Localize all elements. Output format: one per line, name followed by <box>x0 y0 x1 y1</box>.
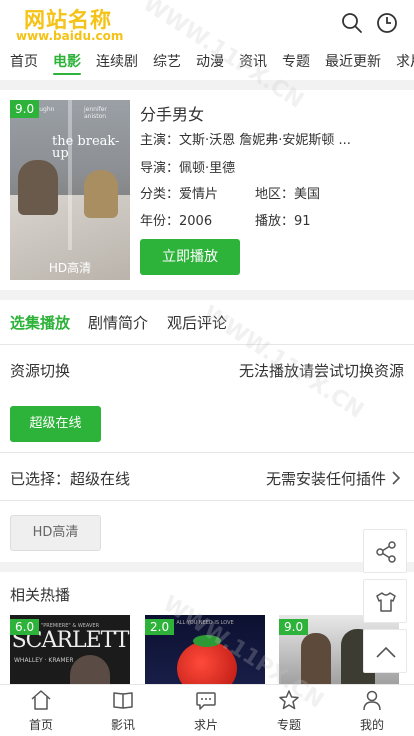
category-value: 爱情片 <box>179 187 219 202</box>
book-icon <box>113 692 133 709</box>
tab-synopsis[interactable]: 剧情简介 <box>88 312 148 333</box>
tab-episodes[interactable]: 选集播放 <box>10 312 70 333</box>
tab-comments[interactable]: 观后评论 <box>167 312 227 333</box>
bottom-tab-label: 专题 <box>276 718 301 732</box>
poster-quality-label: HD高清 <box>48 261 92 275</box>
nav-item-variety[interactable]: 综艺 <box>153 51 181 71</box>
star-icon <box>279 690 299 710</box>
divider <box>0 452 414 453</box>
category-nav: 首页 电影 连续剧 综艺 动漫 资讯 专题 最近更新 求片 <box>0 44 414 76</box>
home-icon <box>31 690 51 710</box>
related-item-strawberry <box>177 641 237 690</box>
related-item-cast: WHALLEY · KRAMER <box>14 657 74 664</box>
site-logo-url: www.baidu.com <box>16 29 124 43</box>
bottom-tab-mine[interactable]: 我的 <box>331 685 413 736</box>
related-item-figure-left <box>301 633 331 690</box>
category-row: 分类：爱情片 <box>140 183 218 202</box>
poster-score-badge: 9.0 <box>10 100 40 118</box>
cast-label: 主演： <box>140 133 180 148</box>
selected-source-label: 已选择：超级在线 <box>10 470 131 488</box>
region-value: 美国 <box>294 187 321 202</box>
year-row: 年份：2006 <box>140 210 212 229</box>
source-button-super-online[interactable]: 超级在线 <box>10 406 101 442</box>
bottom-tab-home[interactable]: 首页 <box>0 685 82 736</box>
related-item-score: 6.0 <box>10 619 40 635</box>
poster-actor-right: jennifer aniston <box>84 106 107 120</box>
nav-active-underline <box>53 73 81 75</box>
plays-label: 播放： <box>255 214 295 229</box>
year-label: 年份： <box>140 214 180 229</box>
chat-bubble-icon <box>196 692 216 710</box>
region-row: 地区：美国 <box>255 183 320 202</box>
nav-item-request[interactable]: 求片 <box>396 51 414 71</box>
bottom-tab-label: 影讯 <box>110 718 135 732</box>
cast-value: 文斯·沃恩 詹妮弗·安妮斯顿 ... <box>179 133 351 148</box>
movie-title: 分手男女 <box>140 105 205 124</box>
director-label: 导演： <box>140 161 180 176</box>
site-logo[interactable]: 网站名称 www.baidu.com <box>16 4 126 43</box>
cast-row: 主演：文斯·沃恩 詹妮弗·安妮斯顿 ... <box>140 129 351 148</box>
related-title: 相关热播 <box>10 586 71 604</box>
tshirt-icon <box>376 592 396 612</box>
back-to-top-button[interactable] <box>363 629 407 673</box>
related-item-score: 2.0 <box>145 619 175 635</box>
related-item[interactable]: ALL YOU NEED IS LOVE 2.0 <box>145 615 265 690</box>
section-gap <box>0 290 414 300</box>
director-row: 导演：佩顿·里德 <box>140 157 235 176</box>
chevron-up-icon <box>376 646 396 658</box>
divider <box>0 344 414 345</box>
section-gap <box>0 80 414 90</box>
year-value: 2006 <box>179 214 213 229</box>
plugin-hint[interactable]: 无需安装任何插件 <box>266 468 386 489</box>
bottom-tab-request[interactable]: 求片 <box>165 685 247 736</box>
skin-button[interactable] <box>363 579 407 623</box>
history-clock-icon[interactable] <box>376 12 398 34</box>
share-icon <box>376 541 396 563</box>
chevron-right-icon[interactable] <box>390 470 402 490</box>
plays-value: 91 <box>294 214 311 229</box>
category-label: 分类： <box>140 187 180 202</box>
nav-item-movie[interactable]: 电影 <box>53 51 81 71</box>
bottom-tab-bar: 首页 影讯 求片 专题 我的 <box>0 684 414 736</box>
movie-poster[interactable]: vaughn jennifer aniston the break-up 9.0… <box>10 100 130 280</box>
source-switch-label: 资源切换 <box>10 362 71 380</box>
share-button[interactable] <box>363 529 407 573</box>
nav-item-anime[interactable]: 动漫 <box>196 51 224 71</box>
director-value: 佩顿·里德 <box>179 161 236 176</box>
related-item-score: 9.0 <box>279 619 309 635</box>
poster-title-art: the break-up <box>52 134 120 161</box>
plays-row: 播放：91 <box>255 210 311 229</box>
poster-figure-left <box>18 160 58 215</box>
header: 网站名称 www.baidu.com <box>0 0 414 44</box>
bottom-tab-label: 首页 <box>28 718 53 732</box>
related-item-leaf <box>193 635 221 647</box>
bottom-tab-label: 求片 <box>193 718 218 732</box>
bottom-tab-label: 我的 <box>359 718 384 732</box>
region-label: 地区： <box>255 187 295 202</box>
nav-item-latest[interactable]: 最近更新 <box>325 51 381 71</box>
nav-item-series[interactable]: 连续剧 <box>96 51 138 71</box>
nav-item-news[interactable]: 资讯 <box>239 51 267 71</box>
nav-item-home[interactable]: 首页 <box>10 51 38 71</box>
poster-figure-right <box>84 170 118 218</box>
bottom-tab-news[interactable]: 影讯 <box>82 685 164 736</box>
user-icon <box>363 690 381 711</box>
poster-split-line <box>68 100 72 250</box>
search-icon[interactable] <box>341 12 363 34</box>
related-item[interactable]: "PREMIERE" & WEAVER SCARLETT WHALLEY · K… <box>10 615 130 690</box>
divider <box>0 500 414 501</box>
quality-button-hd[interactable]: HD高清 <box>10 515 101 551</box>
section-gap <box>0 562 414 572</box>
nav-item-topic[interactable]: 专题 <box>282 51 310 71</box>
bottom-tab-topic[interactable]: 专题 <box>248 685 330 736</box>
source-switch-hint: 无法播放请尝试切换资源 <box>238 362 404 380</box>
play-now-button[interactable]: 立即播放 <box>140 239 240 275</box>
